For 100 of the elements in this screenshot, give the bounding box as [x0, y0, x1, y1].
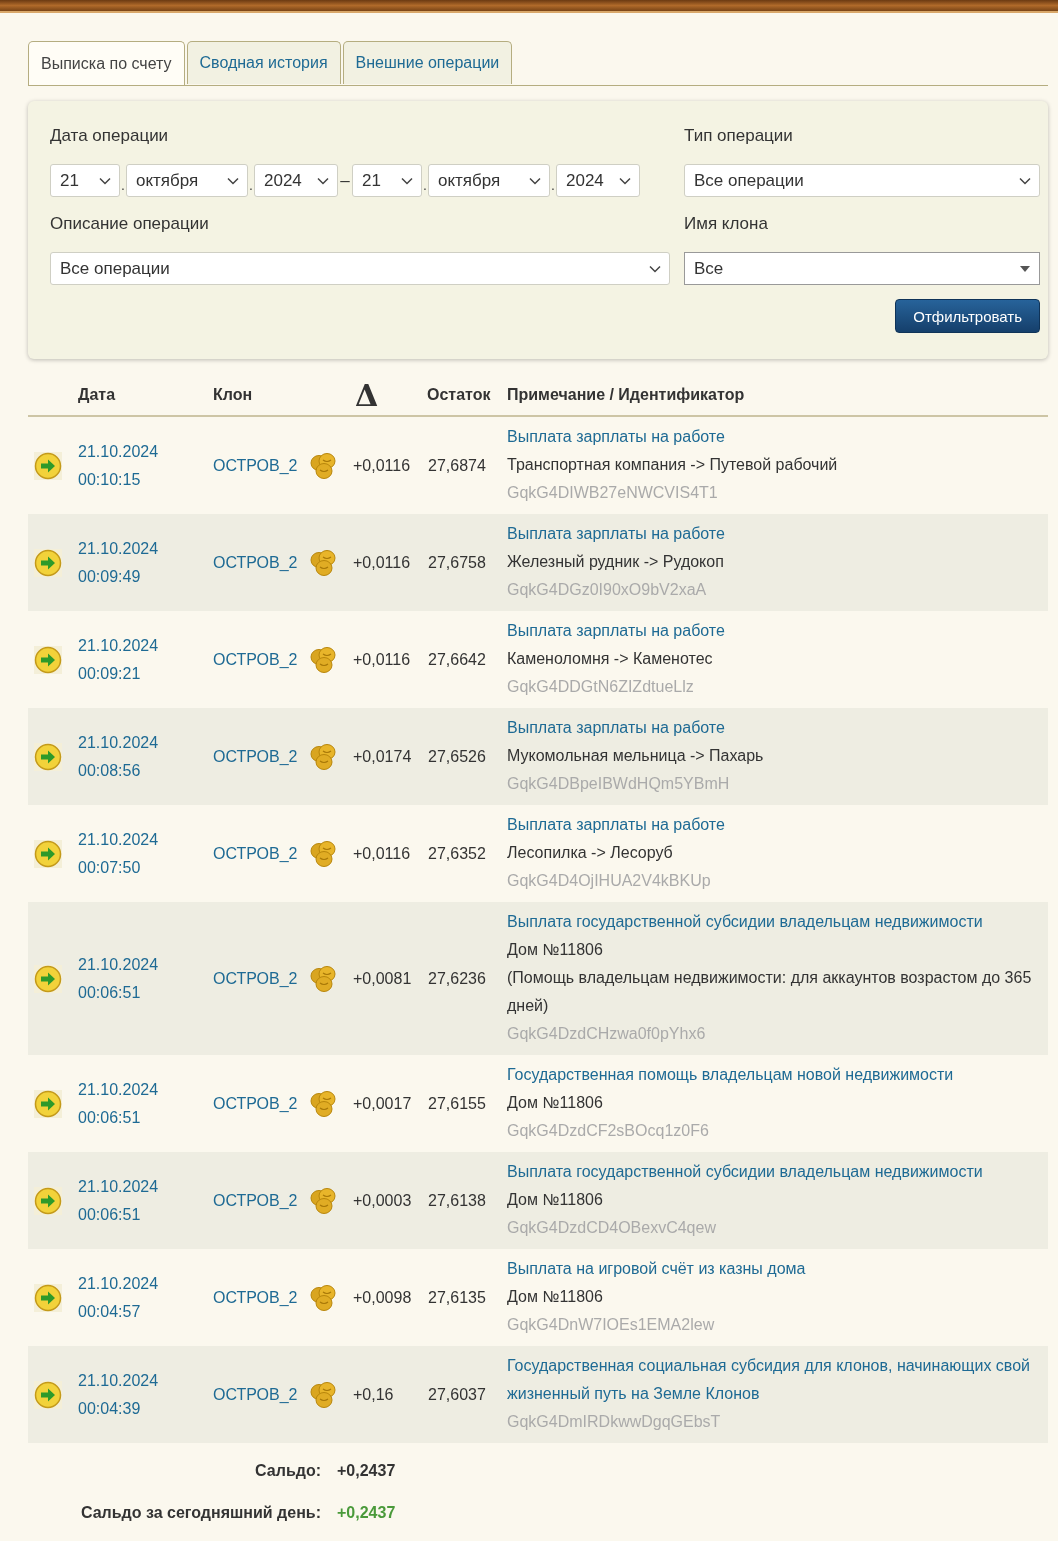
delta-cell-text: +0,0116: [352, 843, 412, 864]
dropdown-select[interactable]: 21: [352, 164, 422, 197]
transaction-id: GqkG4DmIRDkwwDgqGEbsT: [507, 1412, 721, 1432]
income-arrow-icon: [34, 1380, 62, 1409]
dropdown-select[interactable]: октября: [428, 164, 550, 197]
operation-link[interactable]: Выплата государственной субсидии владельцам недвижимости: [507, 908, 983, 936]
total-label: Сальдо за сегодняшний день:: [79, 1504, 322, 1522]
tab[interactable]: Выписка по счету: [28, 41, 185, 85]
time-link[interactable]: 00:04:39: [78, 1394, 141, 1423]
time-link[interactable]: 00:08:56: [78, 756, 141, 785]
transaction-id: GqkG4DBpeIBWdHQm5YBmH: [507, 774, 730, 794]
column-header: Клон: [212, 386, 254, 404]
date-link[interactable]: 21.10.2024: [78, 728, 159, 757]
time-link[interactable]: 00:09:21: [78, 659, 141, 688]
operation-detail: Дом №11806: [507, 1093, 603, 1113]
income-arrow-icon: [34, 964, 62, 993]
coins-icon: [307, 963, 339, 994]
date-link[interactable]: 21.10.2024: [78, 825, 159, 854]
date-link[interactable]: 21.10.2024: [78, 1366, 159, 1395]
clone-link[interactable]: ОСТРОВ_2: [213, 1089, 298, 1118]
clone-link[interactable]: ОСТРОВ_2: [213, 1380, 298, 1409]
chevron-down-icon: [619, 176, 631, 185]
dropdown-select[interactable]: Все: [684, 252, 1040, 285]
dropdown-select[interactable]: 2024: [556, 164, 640, 197]
date-link[interactable]: 21.10.2024: [78, 437, 159, 466]
chevron-down-icon: [227, 176, 239, 185]
balance-cell-text: 27,6037: [427, 1384, 487, 1405]
balance-cell-text: 27,6236: [427, 968, 487, 989]
date-link[interactable]: 21.10.2024: [78, 950, 159, 979]
income-arrow-icon: [34, 548, 62, 577]
field-label: Описание операции: [50, 213, 210, 235]
operation-detail: Мукомольная мельница -> Пахарь: [507, 746, 764, 766]
filter-button[interactable]: Отфильтровать: [895, 299, 1040, 333]
clone-link[interactable]: ОСТРОВ_2: [213, 645, 298, 674]
operation-link[interactable]: Выплата зарплаты на работе: [507, 714, 725, 742]
time-link[interactable]: 00:06:51: [78, 1200, 141, 1229]
delta-cell-text: +0,0081: [352, 968, 413, 989]
income-arrow-icon: [34, 742, 62, 771]
delta-cell-text: +0,0116: [352, 455, 412, 476]
operation-link[interactable]: Выплата зарплаты на работе: [507, 617, 725, 645]
coins-icon: [307, 1088, 339, 1119]
operation-link[interactable]: Выплата зарплаты на работе: [507, 520, 725, 548]
coins-icon: [307, 1282, 339, 1313]
field-label: Имя клона: [684, 213, 769, 235]
operation-link[interactable]: Государственная помощь владельцам новой недвижимости: [507, 1061, 954, 1089]
clone-link[interactable]: ОСТРОВ_2: [213, 451, 298, 480]
dropdown-select[interactable]: октября: [126, 164, 248, 197]
clone-link[interactable]: ОСТРОВ_2: [213, 964, 298, 993]
income-arrow-icon: [34, 645, 62, 674]
balance-cell-text: 27,6138: [427, 1190, 487, 1211]
time-link[interactable]: 00:06:51: [78, 978, 141, 1007]
field-label: Тип операции: [684, 125, 794, 147]
date-link[interactable]: 21.10.2024: [78, 1075, 159, 1104]
operation-detail: (Помощь владельцам недвижимости: для аккаунтов возрастом до 365 дней): [507, 968, 1033, 1016]
column-header: Дата: [77, 386, 117, 404]
operation-detail: Транспортная компания -> Путевой рабочий: [507, 455, 838, 475]
operation-link[interactable]: Государственная социальная субсидия для клонов, начинающих свой жизненный путь на Земле Клонов: [507, 1352, 1040, 1408]
total-value: +0,2437: [337, 1504, 396, 1522]
operation-link[interactable]: Выплата на игровой счёт из казны дома: [507, 1255, 806, 1283]
date-link[interactable]: 21.10.2024: [78, 1172, 159, 1201]
transaction-id: GqkG4DzdCF2sBOcq1z0F6: [507, 1121, 709, 1141]
time-link[interactable]: 00:09:49: [78, 562, 141, 591]
clone-link[interactable]: ОСТРОВ_2: [213, 839, 298, 868]
range-dash: –: [339, 170, 351, 191]
chevron-down-icon: [401, 176, 413, 185]
clone-link[interactable]: ОСТРОВ_2: [213, 1283, 298, 1312]
coins-icon: [307, 644, 339, 675]
coins-icon: [307, 547, 339, 578]
operation-link[interactable]: Выплата государственной субсидии владельцам недвижимости: [507, 1158, 983, 1186]
coins-icon: [307, 1185, 339, 1216]
dropdown-select[interactable]: 2024: [254, 164, 338, 197]
column-header: Остаток: [426, 386, 492, 404]
date-link[interactable]: 21.10.2024: [78, 631, 159, 660]
time-link[interactable]: 00:10:15: [78, 465, 141, 494]
chevron-down-icon: [1019, 176, 1031, 185]
income-arrow-icon: [34, 1089, 62, 1118]
delta-cell-text: +0,0116: [352, 552, 412, 573]
dropdown-triangle-icon: [1019, 264, 1031, 273]
operation-detail: Дом №11806: [507, 1190, 603, 1210]
time-link[interactable]: 00:07:50: [78, 853, 141, 882]
dropdown-select[interactable]: Все операции: [50, 252, 670, 285]
delta-cell-text: +0,0098: [352, 1287, 413, 1308]
dropdown-select[interactable]: 21: [50, 164, 120, 197]
clone-link[interactable]: ОСТРОВ_2: [213, 742, 298, 771]
operation-link[interactable]: Выплата зарплаты на работе: [507, 423, 725, 451]
tab[interactable]: Сводная история: [186, 41, 341, 84]
income-arrow-icon: [34, 451, 62, 480]
tab[interactable]: Внешние операции: [342, 41, 513, 84]
clone-link[interactable]: ОСТРОВ_2: [213, 1186, 298, 1215]
clone-link[interactable]: ОСТРОВ_2: [213, 548, 298, 577]
date-link[interactable]: 21.10.2024: [78, 534, 159, 563]
date-link[interactable]: 21.10.2024: [78, 1269, 159, 1298]
transaction-id: GqkG4DIWB27eNWCVIS4T1: [507, 483, 718, 503]
time-link[interactable]: 00:06:51: [78, 1103, 141, 1132]
column-header: Δ: [354, 377, 380, 413]
income-arrow-icon: [34, 1283, 62, 1312]
time-link[interactable]: 00:04:57: [78, 1297, 141, 1326]
date-separator: .: [248, 177, 254, 195]
operation-link[interactable]: Выплата зарплаты на работе: [507, 811, 725, 839]
dropdown-select[interactable]: Все операции: [684, 164, 1040, 197]
